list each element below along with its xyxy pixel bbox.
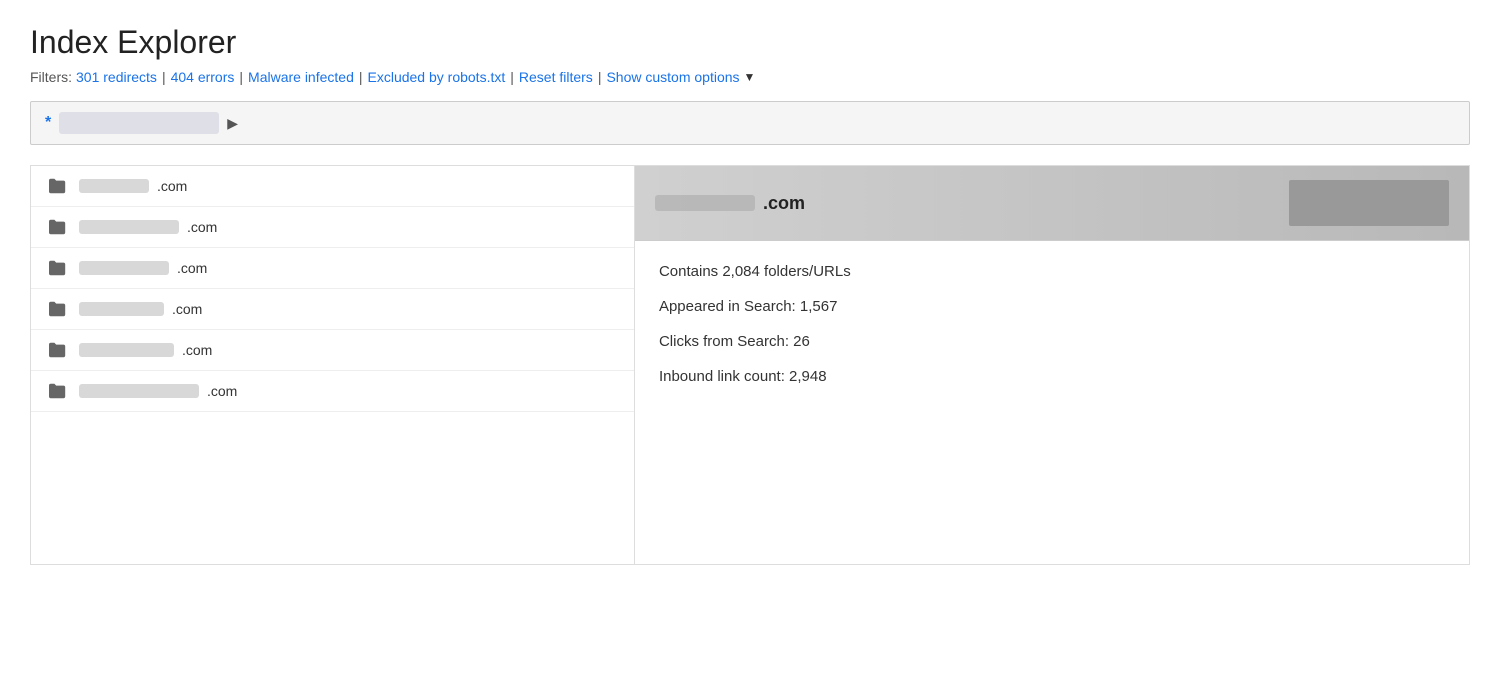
detail-domain-suffix: .com	[763, 193, 805, 214]
detail-action-button[interactable]	[1289, 180, 1449, 226]
search-input[interactable]	[59, 112, 219, 134]
list-item[interactable]: .com	[31, 248, 634, 289]
folder-icon	[47, 177, 69, 195]
folder-icon	[47, 382, 69, 400]
domain-suffix: .com	[157, 178, 187, 194]
domain-name-blur	[79, 179, 149, 193]
domain-suffix: .com	[207, 383, 237, 399]
main-content: .com .com .com	[30, 165, 1470, 565]
folder-icon	[47, 300, 69, 318]
list-item[interactable]: .com	[31, 207, 634, 248]
list-item[interactable]: .com	[31, 289, 634, 330]
domain-name-blur	[79, 220, 179, 234]
search-bar: * ▶	[30, 101, 1470, 145]
folder-icon	[47, 341, 69, 359]
domain-suffix: .com	[172, 301, 202, 317]
filters-bar: Filters: 301 redirects | 404 errors | Ma…	[30, 69, 1470, 85]
detail-panel: .com Contains 2,084 folders/URLs Appeare…	[635, 166, 1469, 564]
list-item[interactable]: .com	[31, 166, 634, 207]
filters-label: Filters:	[30, 69, 72, 85]
domain-name-blur	[79, 343, 174, 357]
page-title: Index Explorer	[30, 24, 1470, 61]
folder-icon	[47, 259, 69, 277]
expand-arrow-icon[interactable]: ▶	[227, 115, 238, 132]
search-asterisk: *	[45, 114, 51, 132]
stat-folders-urls: Contains 2,084 folders/URLs	[659, 261, 1445, 282]
filter-301-redirects[interactable]: 301 redirects	[76, 69, 157, 85]
domain-name-blur	[79, 384, 199, 398]
stat-clicks-from-search: Clicks from Search: 26	[659, 331, 1445, 352]
domain-name-blur	[79, 302, 164, 316]
filter-malware-infected[interactable]: Malware infected	[248, 69, 354, 85]
dropdown-arrow-icon[interactable]: ▼	[744, 70, 756, 84]
stat-appeared-in-search: Appeared in Search: 1,567	[659, 296, 1445, 317]
domain-suffix: .com	[182, 342, 212, 358]
domain-suffix: .com	[187, 219, 217, 235]
list-item[interactable]: .com	[31, 330, 634, 371]
stat-inbound-link-count: Inbound link count: 2,948	[659, 366, 1445, 387]
detail-body: Contains 2,084 folders/URLs Appeared in …	[635, 241, 1469, 564]
domain-name-blur	[79, 261, 169, 275]
folder-icon	[47, 218, 69, 236]
domain-list-panel: .com .com .com	[31, 166, 635, 564]
detail-domain-blur	[655, 195, 755, 211]
filter-404-errors[interactable]: 404 errors	[171, 69, 235, 85]
filter-show-custom-options[interactable]: Show custom options	[606, 69, 739, 85]
filter-excluded-by-robots[interactable]: Excluded by robots.txt	[368, 69, 506, 85]
list-item[interactable]: .com	[31, 371, 634, 412]
detail-header: .com	[635, 166, 1469, 241]
filter-reset-filters[interactable]: Reset filters	[519, 69, 593, 85]
domain-suffix: .com	[177, 260, 207, 276]
